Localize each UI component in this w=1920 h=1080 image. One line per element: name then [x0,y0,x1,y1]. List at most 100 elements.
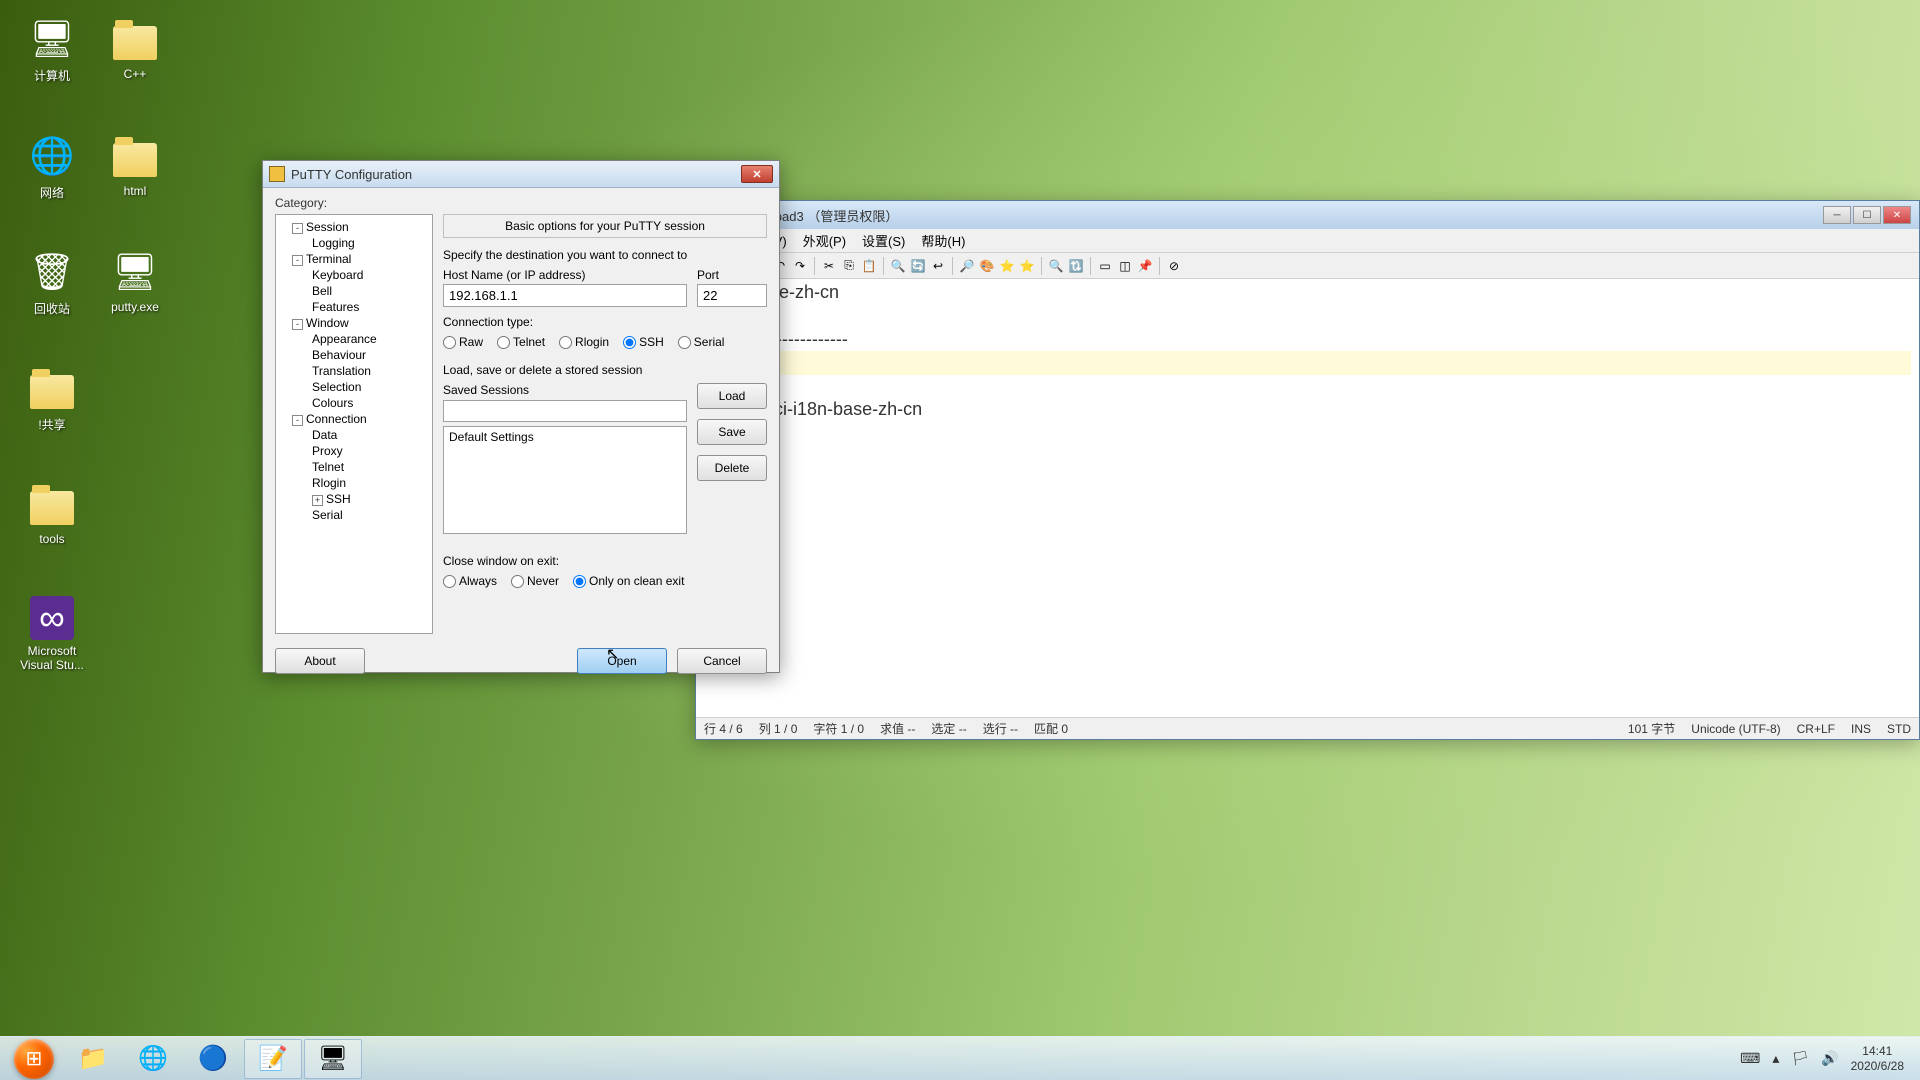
taskbar-chrome-canary[interactable]: 🌐 [124,1039,182,1079]
menu-item[interactable]: 外观(P) [797,229,852,252]
system-tray[interactable]: ⌨ ▴ 🏳 🔊 14:41 2020/6/28 [1740,1044,1914,1073]
radio-input[interactable] [511,575,524,588]
tree-item-selection[interactable]: Selection [278,379,430,395]
radio-rlogin[interactable]: Rlogin [559,335,609,349]
desktop-icon--[interactable]: 🌐网络 [12,132,92,201]
tree-item-ssh[interactable]: +SSH [278,491,430,507]
save-button[interactable]: Save [697,419,767,445]
tree-item-rlogin[interactable]: Rlogin [278,475,430,491]
action-center-icon[interactable]: 🏳 [1791,1050,1809,1067]
desktop-icon--[interactable]: 🗑回收站 [12,248,92,317]
notepad3-titlebar[interactable]: xt [I:\] - Notepad3 （管理员权限） ─ ☐ ✕ [696,201,1919,229]
desktop-icon-html[interactable]: html [95,132,175,198]
delete-button[interactable]: Delete [697,455,767,481]
desktop-icon--[interactable]: !共享 [12,364,92,433]
putty-titlebar[interactable]: PuTTY Configuration ✕ [263,161,779,188]
close-button[interactable]: ✕ [1883,206,1911,224]
tree-item-bell[interactable]: Bell [278,283,430,299]
radio-close-never[interactable]: Never [511,574,559,588]
pin-icon[interactable]: 📌 [1136,257,1154,275]
port-input[interactable] [697,284,767,307]
taskbar-chrome[interactable]: 🔵 [184,1039,242,1079]
tree-item-colours[interactable]: Colours [278,395,430,411]
replace-icon[interactable]: 🔄 [909,257,927,275]
ime-icon[interactable]: ⌨ [1740,1050,1760,1067]
radio-input[interactable] [678,336,691,349]
radio-raw[interactable]: Raw [443,335,483,349]
zoom-in-icon[interactable]: 🔎 [958,257,976,275]
about-button[interactable]: About [275,648,365,674]
tree-toggle-icon[interactable]: + [312,495,323,506]
radio-ssh[interactable]: SSH [623,335,664,349]
volume-icon[interactable]: 🔊 [1821,1050,1838,1067]
taskbar-explorer[interactable]: 📁 [64,1039,122,1079]
session-item[interactable]: Default Settings [446,429,684,445]
tree-toggle-icon[interactable]: - [292,255,303,266]
radio-serial[interactable]: Serial [678,335,725,349]
menu-item[interactable]: 帮助(H) [915,229,971,252]
find-icon[interactable]: 🔍 [889,257,907,275]
host-input[interactable] [443,284,687,307]
radio-input[interactable] [623,336,636,349]
tree-toggle-icon[interactable]: - [292,223,303,234]
tree-item-window[interactable]: -Window [278,315,430,331]
maximize-button[interactable]: ☐ [1853,206,1881,224]
refresh-icon[interactable]: 🔃 [1067,257,1085,275]
tree-toggle-icon[interactable]: - [292,319,303,330]
notepad3-editor[interactable]: -i18n-base-zh-cn -----------------------… [696,279,1919,717]
tree-item-logging[interactable]: Logging [278,235,430,251]
wordwrap-icon[interactable]: ↩ [929,257,947,275]
radio-input[interactable] [443,575,456,588]
load-button[interactable]: Load [697,383,767,409]
search-icon[interactable]: 🔍 [1047,257,1065,275]
radio-input[interactable] [559,336,572,349]
tree-item-appearance[interactable]: Appearance [278,331,430,347]
tree-item-session[interactable]: -Session [278,219,430,235]
open-button[interactable]: Open [577,648,667,674]
tray-expand-icon[interactable]: ▴ [1772,1050,1779,1067]
radio-input[interactable] [443,336,456,349]
close-button[interactable]: ✕ [741,165,773,183]
split-icon[interactable]: ◫ [1116,257,1134,275]
tree-item-behaviour[interactable]: Behaviour [278,347,430,363]
tree-item-features[interactable]: Features [278,299,430,315]
scheme-icon[interactable]: 🎨 [978,257,996,275]
radio-telnet[interactable]: Telnet [497,335,545,349]
tree-item-proxy[interactable]: Proxy [278,443,430,459]
add-fav-icon[interactable]: ⭐ [1018,257,1036,275]
tree-item-telnet[interactable]: Telnet [278,459,430,475]
putty-config-dialog[interactable]: PuTTY Configuration ✕ Category: -Session… [262,160,780,673]
notepad3-window[interactable]: xt [I:\] - Notepad3 （管理员权限） ─ ☐ ✕ (E)查看(… [695,200,1920,740]
desktop-icon-tools[interactable]: tools [12,480,92,546]
tray-clock[interactable]: 14:41 2020/6/28 [1851,1044,1904,1073]
cut-icon[interactable]: ✂ [820,257,838,275]
minimize-button[interactable]: ─ [1823,206,1851,224]
tree-item-translation[interactable]: Translation [278,363,430,379]
cancel-button[interactable]: Cancel [677,648,767,674]
tree-item-terminal[interactable]: -Terminal [278,251,430,267]
radio-close-only-on-clean-exit[interactable]: Only on clean exit [573,574,684,588]
taskbar-putty[interactable]: 🖥 [304,1039,362,1079]
saved-session-input[interactable] [443,400,687,422]
paste-icon[interactable]: 📋 [860,257,878,275]
radio-input[interactable] [497,336,510,349]
taskbar-notepad3[interactable]: 📝 [244,1039,302,1079]
copy-icon[interactable]: ⎘ [840,257,858,275]
tree-item-keyboard[interactable]: Keyboard [278,267,430,283]
desktop-icon-putty-exe[interactable]: 🖥putty.exe [95,248,175,314]
tree-toggle-icon[interactable]: - [292,415,303,426]
tree-item-connection[interactable]: -Connection [278,411,430,427]
tree-item-serial[interactable]: Serial [278,507,430,523]
desktop-icon--[interactable]: 🖥计算机 [12,15,92,84]
window-icon[interactable]: ▭ [1096,257,1114,275]
redo-icon[interactable]: ↷ [791,257,809,275]
start-button[interactable] [6,1039,62,1079]
desktop-icon-C-[interactable]: C++ [95,15,175,81]
clear-icon[interactable]: ⊘ [1165,257,1183,275]
tree-item-data[interactable]: Data [278,427,430,443]
menu-item[interactable]: 设置(S) [856,229,911,252]
radio-input[interactable] [573,575,586,588]
desktop-icon-Microsoft-Visual-Stu-[interactable]: ∞Microsoft Visual Stu... [12,596,92,672]
radio-close-always[interactable]: Always [443,574,497,588]
favorites-icon[interactable]: ⭐ [998,257,1016,275]
